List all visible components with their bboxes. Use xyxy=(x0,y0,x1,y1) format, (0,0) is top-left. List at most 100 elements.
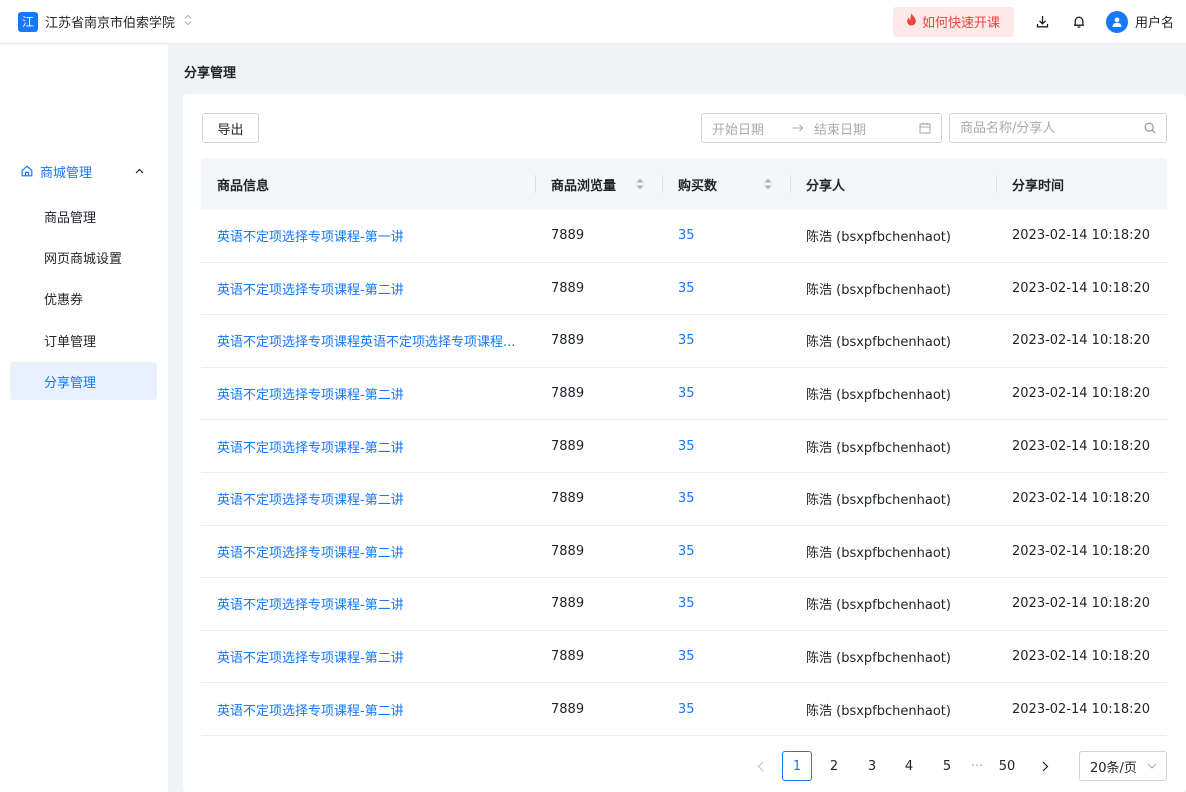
share-time-cell: 2023-02-14 10:18:20 xyxy=(1012,701,1151,717)
org-switch-icon[interactable] xyxy=(184,14,192,29)
share-table: 商品信息 商品浏览量 购买数 分享人 分享时间 英语不定项选择专项课程-第一讲 … xyxy=(201,158,1167,736)
export-button[interactable]: 导出 xyxy=(202,113,259,143)
chevron-right-icon xyxy=(1042,761,1048,771)
sidebar-item-coupons[interactable]: 优惠券 xyxy=(10,279,157,317)
bell-icon[interactable] xyxy=(1062,7,1096,37)
purchases-link[interactable]: 35 xyxy=(662,596,790,611)
purchases-link[interactable]: 35 xyxy=(662,702,790,717)
purchases-link[interactable]: 35 xyxy=(662,281,790,296)
purchases-link[interactable]: 35 xyxy=(662,491,790,506)
page-button-last[interactable]: 50 xyxy=(993,751,1021,781)
search-input[interactable] xyxy=(960,120,1130,136)
purchases-link[interactable]: 35 xyxy=(662,544,790,559)
column-header-purchases[interactable]: 购买数 xyxy=(662,158,790,210)
sort-icon[interactable] xyxy=(764,178,772,190)
product-link[interactable]: 英语不定项选择专项课程-第二讲 xyxy=(201,384,535,403)
product-link[interactable]: 英语不定项选择专项课程-第二讲 xyxy=(201,700,535,719)
chevron-left-icon xyxy=(757,761,763,771)
chevron-down-icon xyxy=(1147,763,1157,769)
page-size-label: 20条/页 xyxy=(1090,760,1137,776)
product-link[interactable]: 英语不定项选择专项课程-第二讲 xyxy=(201,647,535,666)
table-row: 英语不定项选择专项课程-第二讲 7889 35 陈浩 (bsxpfbchenha… xyxy=(201,473,1167,526)
next-page-button[interactable] xyxy=(1031,751,1059,781)
views-cell: 7889 xyxy=(551,491,585,507)
date-range-picker[interactable]: 开始日期 结束日期 xyxy=(701,113,942,143)
share-time-cell: 2023-02-14 10:18:20 xyxy=(1012,333,1151,349)
table-row: 英语不定项选择专项课程英语不定项选择专项课程... 7889 35 陈浩 (bs… xyxy=(201,315,1167,368)
views-cell: 7889 xyxy=(551,649,585,665)
purchases-link[interactable]: 35 xyxy=(662,228,790,243)
product-link[interactable]: 英语不定项选择专项课程-第二讲 xyxy=(201,542,535,561)
table-row: 英语不定项选择专项课程-第二讲 7889 35 陈浩 (bsxpfbchenha… xyxy=(201,683,1167,736)
views-cell: 7889 xyxy=(551,438,585,454)
purchases-link[interactable]: 35 xyxy=(662,439,790,454)
table-row: 英语不定项选择专项课程-第二讲 7889 35 陈浩 (bsxpfbchenha… xyxy=(201,526,1167,579)
page-title: 分享管理 xyxy=(184,66,237,81)
views-cell: 7889 xyxy=(551,701,585,717)
column-header-views[interactable]: 商品浏览量 xyxy=(535,158,662,210)
sidebar-group-mall[interactable]: 商城管理 xyxy=(10,152,157,190)
purchases-link[interactable]: 35 xyxy=(662,386,790,401)
content-card: 导出 开始日期 结束日期 商品信息 商品浏览量 购买数 分享人 xyxy=(183,94,1186,792)
org-name[interactable]: 江苏省南京市伯索学院 xyxy=(45,12,175,31)
sort-icon[interactable] xyxy=(636,178,644,190)
start-date-field[interactable]: 开始日期 xyxy=(712,119,764,138)
quick-start-label: 如何快速开课 xyxy=(921,16,1000,31)
sidebar-item-web-mall-settings[interactable]: 网页商城设置 xyxy=(10,238,157,276)
page-button-3[interactable]: 3 xyxy=(858,751,886,781)
product-link[interactable]: 英语不定项选择专项课程-第二讲 xyxy=(201,594,535,613)
sidebar-item-products[interactable]: 商品管理 xyxy=(10,197,157,235)
views-cell: 7889 xyxy=(551,596,585,612)
download-icon[interactable] xyxy=(1026,7,1060,37)
column-header-views-label: 商品浏览量 xyxy=(551,178,617,194)
product-link[interactable]: 英语不定项选择专项课程-第二讲 xyxy=(201,489,535,508)
page-button-4[interactable]: 4 xyxy=(895,751,923,781)
product-link[interactable]: 英语不定项选择专项课程-第二讲 xyxy=(201,437,535,456)
page-size-select[interactable]: 20条/页 xyxy=(1079,751,1167,781)
sharer-cell: 陈浩 (bsxpfbchenhaot) xyxy=(806,230,951,246)
share-time-cell: 2023-02-14 10:18:20 xyxy=(1012,491,1151,507)
sharer-cell: 陈浩 (bsxpfbchenhaot) xyxy=(806,545,951,561)
sharer-cell: 陈浩 (bsxpfbchenhaot) xyxy=(806,440,951,456)
page-button-5[interactable]: 5 xyxy=(933,751,961,781)
sidebar-item-share-management[interactable]: 分享管理 xyxy=(10,362,157,400)
table-row: 英语不定项选择专项课程-第一讲 7889 35 陈浩 (bsxpfbchenha… xyxy=(201,210,1167,263)
table-row: 英语不定项选择专项课程-第二讲 7889 35 陈浩 (bsxpfbchenha… xyxy=(201,631,1167,684)
search-box xyxy=(949,113,1167,143)
search-icon[interactable] xyxy=(1144,122,1156,134)
home-icon xyxy=(21,165,33,177)
views-cell: 7889 xyxy=(551,228,585,244)
product-link[interactable]: 英语不定项选择专项课程英语不定项选择专项课程... xyxy=(201,331,535,350)
views-cell: 7889 xyxy=(551,333,585,349)
sharer-cell: 陈浩 (bsxpfbchenhaot) xyxy=(806,335,951,351)
product-link[interactable]: 英语不定项选择专项课程-第一讲 xyxy=(201,226,535,245)
views-cell: 7889 xyxy=(551,280,585,296)
sharer-cell: 陈浩 (bsxpfbchenhaot) xyxy=(806,388,951,404)
arrow-right-icon xyxy=(792,124,804,132)
sidebar: 商城管理 商品管理 网页商城设置 优惠券 订单管理 分享管理 xyxy=(0,45,168,792)
table-row: 英语不定项选择专项课程-第二讲 7889 35 陈浩 (bsxpfbchenha… xyxy=(201,420,1167,473)
purchases-link[interactable]: 35 xyxy=(662,649,790,664)
quick-start-button[interactable]: 如何快速开课 xyxy=(892,6,1014,37)
table-row: 英语不定项选择专项课程-第二讲 7889 35 陈浩 (bsxpfbchenha… xyxy=(201,578,1167,631)
purchases-link[interactable]: 35 xyxy=(662,333,790,348)
table-header: 商品信息 商品浏览量 购买数 分享人 分享时间 xyxy=(201,158,1167,210)
end-date-field[interactable]: 结束日期 xyxy=(814,119,866,138)
avatar[interactable] xyxy=(1105,10,1128,33)
prev-page-button[interactable] xyxy=(746,751,774,781)
column-header-purchases-label: 购买数 xyxy=(678,178,718,194)
share-time-cell: 2023-02-14 10:18:20 xyxy=(1012,438,1151,454)
pagination: 1 2 3 4 5 ··· 50 20条/页 xyxy=(183,751,1186,781)
username[interactable]: 用户名 xyxy=(1135,12,1174,31)
page-button-1[interactable]: 1 xyxy=(782,751,812,781)
sharer-cell: 陈浩 (bsxpfbchenhaot) xyxy=(806,282,951,298)
table-row: 英语不定项选择专项课程-第二讲 7889 35 陈浩 (bsxpfbchenha… xyxy=(201,263,1167,316)
views-cell: 7889 xyxy=(551,386,585,402)
pagination-ellipsis[interactable]: ··· xyxy=(963,751,991,781)
sidebar-item-orders[interactable]: 订单管理 xyxy=(10,321,157,359)
share-time-cell: 2023-02-14 10:18:20 xyxy=(1012,228,1151,244)
chevron-up-icon xyxy=(135,168,144,174)
page-button-2[interactable]: 2 xyxy=(820,751,848,781)
product-link[interactable]: 英语不定项选择专项课程-第二讲 xyxy=(201,279,535,298)
sharer-cell: 陈浩 (bsxpfbchenhaot) xyxy=(806,493,951,509)
